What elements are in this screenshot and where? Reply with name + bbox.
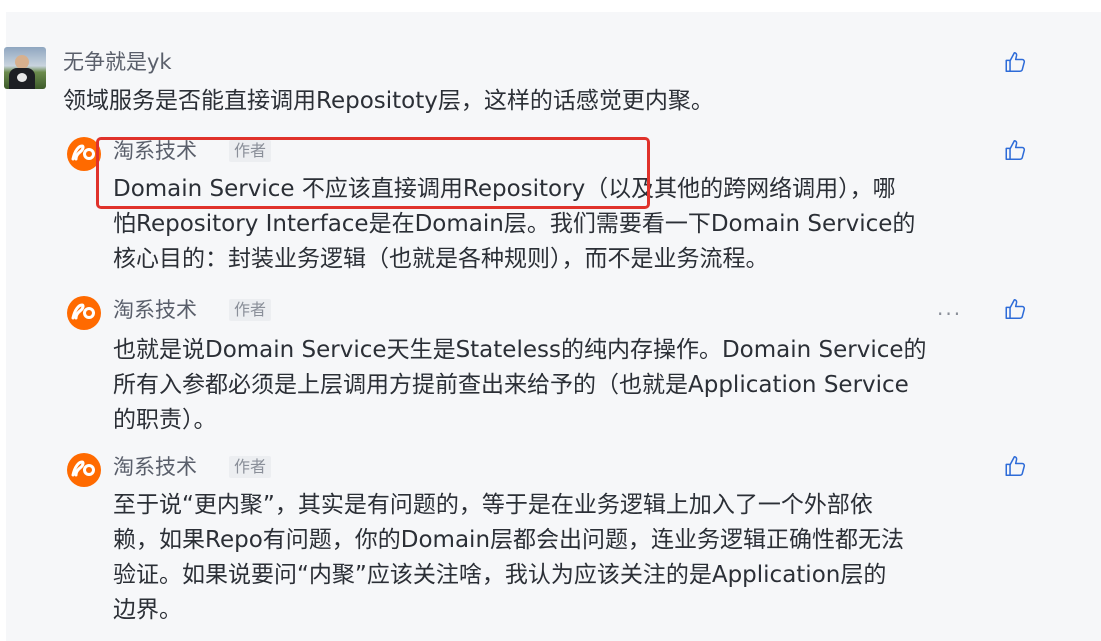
reply-line: 边界。	[113, 597, 182, 623]
reply-line: 核心目的：封装业务逻辑（也就是各种规则），而不是业务流程。	[113, 246, 769, 272]
highlight-annotation-box	[96, 137, 650, 209]
thumbs-up-icon[interactable]	[1003, 453, 1029, 479]
reply-author[interactable]: 淘系技术	[113, 455, 197, 479]
thumbs-up-icon[interactable]	[1003, 49, 1029, 75]
thumbs-up-icon[interactable]	[1003, 296, 1029, 322]
author-badge: 作者	[229, 456, 272, 478]
reply-line: 赖，如果Repo有问题，你的Domain层都会出问题，连业务逻辑正确性都无法	[113, 527, 905, 553]
taobao-logo-icon[interactable]	[66, 452, 102, 488]
reply-line: 所有入参都必须是上层调用方提前查出来给予的（也就是Application Ser…	[113, 372, 909, 398]
comment-text: 领域服务是否能直接调用Repositoty层，这样的话感觉更内聚。	[63, 88, 714, 114]
reply-line: 至于说“更内聚”，其实是有问题的，等于是在业务逻辑上加入了一个外部依	[113, 492, 873, 518]
more-options-icon[interactable]: ···	[937, 304, 962, 324]
reply-author[interactable]: 淘系技术	[113, 298, 197, 322]
thumbs-up-icon[interactable]	[1003, 137, 1029, 163]
reply-line: 验证。如果说要问“内聚”应该关注啥，我认为应该关注的是Application层的	[113, 562, 887, 588]
reply-line: 怕Repository Interface是在Domain层。我们需要看一下Do…	[113, 211, 916, 237]
user-avatar[interactable]	[4, 47, 46, 89]
author-badge: 作者	[229, 299, 272, 321]
taobao-logo-icon[interactable]	[66, 295, 102, 331]
comment-author[interactable]: 无争就是yk	[63, 50, 172, 74]
reply-line: 的职责）。	[113, 407, 217, 433]
reply-line: 也就是说Domain Service天生是Stateless的纯内存操作。Dom…	[113, 337, 927, 363]
